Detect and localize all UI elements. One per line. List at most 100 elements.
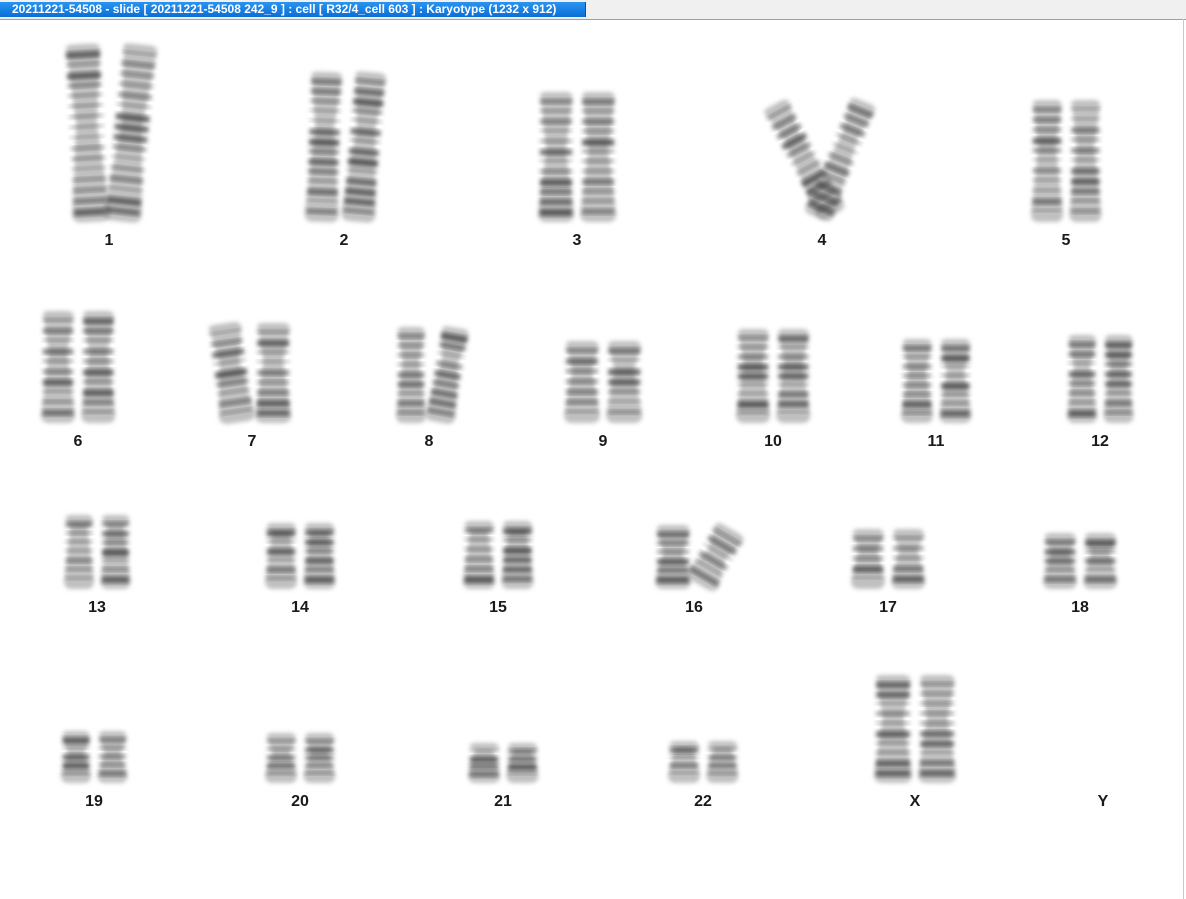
chromosome-label: 10	[764, 433, 782, 450]
g-band	[777, 335, 809, 342]
chromosome-image	[462, 521, 534, 589]
g-band	[1068, 361, 1096, 365]
g-band	[607, 348, 641, 354]
g-band	[464, 556, 494, 562]
g-band	[469, 763, 499, 770]
g-band	[98, 737, 126, 743]
g-band	[737, 363, 769, 371]
chromosome-label: 18	[1071, 599, 1089, 616]
g-band	[1070, 158, 1100, 162]
g-band	[304, 529, 334, 537]
chromatid-pair	[580, 92, 617, 222]
g-band	[940, 410, 970, 417]
g-band	[1104, 390, 1132, 395]
g-band	[919, 701, 955, 706]
g-band	[307, 158, 339, 166]
g-band	[65, 576, 93, 580]
g-band	[464, 566, 494, 572]
g-band	[539, 179, 573, 186]
chromatid-pair	[40, 311, 75, 423]
g-band	[852, 536, 884, 541]
g-band	[892, 576, 924, 583]
g-band	[875, 730, 911, 738]
chromatid-pair	[654, 525, 691, 589]
g-band	[1104, 341, 1132, 349]
g-band	[1068, 371, 1096, 378]
g-band	[892, 536, 924, 540]
g-band	[852, 546, 884, 552]
g-band	[940, 354, 970, 362]
chromosome-label: 3	[572, 232, 582, 249]
g-band	[919, 740, 955, 747]
chromatid-pair	[918, 675, 957, 783]
g-band	[42, 328, 74, 334]
g-band	[42, 318, 74, 322]
g-band	[304, 771, 334, 775]
g-band	[656, 576, 690, 584]
g-band	[1104, 400, 1132, 406]
g-band	[902, 345, 932, 351]
g-band	[1068, 380, 1096, 386]
g-band	[539, 149, 573, 156]
chromatid-pair	[264, 733, 297, 783]
g-band	[919, 760, 955, 766]
chromatid-pair	[303, 523, 336, 589]
g-band	[777, 410, 809, 414]
chromatid-pair	[1069, 100, 1102, 222]
g-band	[304, 739, 334, 744]
g-band	[1044, 539, 1076, 545]
g-band	[266, 771, 296, 775]
g-band	[256, 390, 290, 396]
chromosome-label: 16	[685, 599, 703, 616]
g-band	[309, 128, 340, 136]
g-band	[919, 730, 955, 737]
g-band	[1104, 371, 1132, 378]
g-band	[707, 755, 737, 760]
chromosome-label: 20	[291, 793, 309, 810]
g-band	[306, 208, 337, 215]
chromatid-pair	[303, 733, 336, 783]
g-band	[656, 549, 690, 554]
g-band	[669, 747, 699, 754]
g-band	[565, 368, 599, 374]
g-band	[507, 763, 537, 771]
g-band	[1084, 567, 1116, 571]
g-band	[310, 88, 342, 95]
g-band	[101, 576, 129, 584]
chromosome-label: 14	[291, 599, 309, 616]
g-band	[565, 409, 599, 414]
chromosome-label: 22	[694, 793, 712, 810]
chromosome-label: 8	[424, 433, 434, 450]
g-band	[62, 770, 90, 775]
g-band	[307, 168, 339, 175]
g-band	[82, 399, 114, 405]
g-band	[304, 755, 334, 761]
g-band	[539, 199, 573, 205]
g-band	[1104, 410, 1132, 415]
chromatid-pair	[1083, 533, 1118, 589]
g-band	[65, 521, 93, 528]
g-band	[1070, 147, 1100, 154]
g-band	[940, 345, 970, 352]
chromosome-image	[763, 97, 875, 222]
g-band	[82, 358, 114, 364]
g-band	[777, 401, 809, 408]
g-band	[1032, 178, 1062, 182]
g-band	[737, 373, 769, 380]
g-band	[256, 380, 290, 385]
chromatid-pair	[891, 529, 926, 589]
chromosome-label: 7	[247, 433, 257, 450]
g-band	[656, 567, 690, 573]
g-band	[875, 701, 911, 705]
g-band	[82, 389, 114, 397]
g-band	[397, 362, 425, 367]
g-band	[304, 539, 334, 546]
g-band	[256, 360, 290, 364]
g-band	[581, 159, 615, 164]
g-band	[669, 771, 699, 775]
g-band	[42, 379, 74, 386]
g-band	[581, 149, 615, 154]
g-band	[1070, 208, 1100, 214]
title-bar: 20211221-54508 - slide [ 20211221-54508 …	[0, 0, 1186, 20]
chromosome-image	[60, 731, 128, 783]
